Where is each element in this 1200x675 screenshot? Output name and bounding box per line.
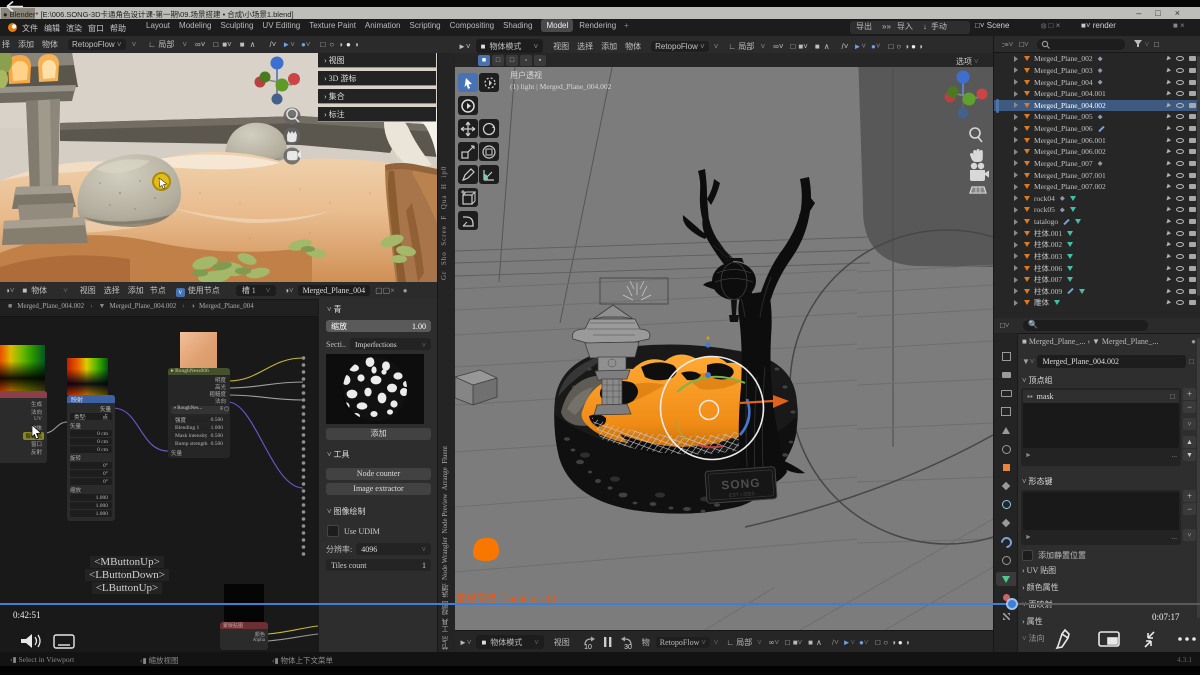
- svg-text:10: 10: [584, 644, 592, 651]
- svg-text:SONG: SONG: [721, 476, 761, 493]
- svg-text:30: 30: [624, 644, 632, 651]
